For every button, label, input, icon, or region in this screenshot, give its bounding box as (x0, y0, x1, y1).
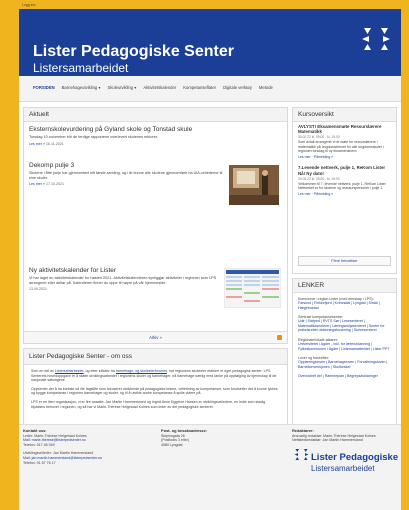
course-text: Velkommen til 7. levende nettverk, pulje… (298, 181, 386, 190)
listersamarbeidet-link[interactable]: Listersamarbeidet (55, 369, 84, 373)
read-more-link[interactable]: Les mer » (29, 182, 45, 186)
course-item: 7.Levende nettverk, pulje 1, ReKom Liste… (293, 163, 396, 200)
news-heading: Aktuelt (24, 108, 287, 122)
news-photo-presentation[interactable] (229, 165, 279, 205)
news-item: Ny aktivitetskalender for Lister Vi har … (29, 267, 227, 291)
site-subtitle: Listersamarbeidet (33, 61, 129, 75)
sidebar: Kursoversikt AVLYST! Eksamensmøte Ressur… (292, 107, 397, 450)
news-date: 13.09.2021 (29, 287, 47, 292)
site-title[interactable]: Lister Pedagogiske Senter (33, 43, 234, 61)
page: Lister Pedagogiske Senter Listersamarbei… (19, 9, 401, 510)
nav-item-skoleutvikling[interactable]: Skoleutvikling ▾ (108, 85, 137, 90)
course-date: 30.03.22 kl. 09:00 - kl. 15:00 (298, 176, 340, 181)
nav-item-kompetanseflater[interactable]: Kompetanseflater (183, 85, 216, 90)
news-text: Skolene i åtte pulje har gjennomført sit… (29, 171, 223, 180)
footer-contact: Kontakt oss: Leder: Marie-Thérèse Helges… (23, 428, 153, 465)
nav-item-digitale-verktoy[interactable]: Digitale verktøy (223, 85, 252, 90)
footer-logo-title: Lister Pedagogiske Senter (311, 452, 401, 463)
nav-item-barnehageutvikling[interactable]: Barnehageutvikling ▾ (62, 85, 101, 90)
footer-address: Post- og besøksadresse: Skipinngata 26 (… (161, 428, 281, 447)
news-archive-bar: Arkiv » (24, 331, 287, 343)
main-nav: FORSIDEN Barnehageutvikling ▾ Skoleutvik… (19, 76, 401, 102)
news-title[interactable]: Dekomp pulje 3 (29, 162, 227, 169)
news-text: Torsdag 10.november blir de ferdige rapp… (29, 135, 158, 139)
site-header: Lister Pedagogiske Senter Listersamarbei… (19, 9, 401, 76)
news-title[interactable]: Eksternskolevurdering på Gyland skole og… (29, 126, 282, 133)
main-column: Aktuelt Eksternskolevurdering på Gyland … (23, 107, 288, 452)
news-date: 17.10.2021 (45, 182, 64, 187)
link-group-links[interactable]: Opplæringsloven | Barnehageloven | Forva… (298, 360, 391, 369)
news-title[interactable]: Ny aktivitetskalender for Lister (29, 267, 227, 274)
about-heading: Lister Pedagogiske Senter - om oss (24, 349, 287, 365)
archive-link[interactable]: Arkiv » (149, 335, 162, 340)
eierforum-link[interactable]: barnehage- og skoleeierforumet (116, 369, 167, 373)
course-link[interactable]: Les mer · Påmelding » (298, 155, 391, 159)
link-group: Overordnet del | Rammeplan | Begrepsavkl… (298, 374, 391, 379)
course-overview: Kursoversikt AVLYST! Eksamensmøte Ressur… (292, 107, 397, 274)
link-group-links[interactable]: Farsund | Flekkefjord | Kvinesdal | Lyng… (298, 301, 391, 310)
course-title[interactable]: 7.Levende nettverk, pulje 1, ReKom Liste… (298, 165, 391, 175)
link-group: Regionale/lokale aktører: Universitetet … (298, 338, 391, 351)
about-paragraph: LPS er en liten organisasjon, vi er fire… (31, 399, 266, 409)
nav-item-metode[interactable]: Metode (259, 85, 273, 90)
link-group-links[interactable]: Universitetet i Agder - inkl. for læreru… (298, 342, 391, 351)
course-title[interactable]: AVLYST! Eksamensmøte Ressurslærere Matem… (298, 124, 391, 134)
course-item: AVLYST! Eksamensmøte Ressurslærere Matem… (293, 122, 396, 163)
course-text: Som avtalt arrangerer vi et møte for res… (298, 140, 384, 153)
calendar-screenshot-image[interactable] (224, 268, 281, 308)
links-heading: LENKER (293, 279, 396, 293)
rss-icon[interactable] (277, 335, 282, 340)
link-group: Kommuner i region Lister (med eierskap i… (298, 297, 391, 310)
more-events-button[interactable]: Flere hendelser (298, 256, 391, 266)
footer-logo-subtitle: Listersamarbeidet (311, 464, 375, 473)
news-item: Dekomp pulje 3 Skolene i åtte pulje har … (29, 162, 227, 186)
about-paragraph: Som en del av Listersamarbeidet, og ette… (31, 369, 277, 383)
news-section: Aktuelt Eksternskolevurdering på Gyland … (23, 107, 288, 344)
about-paragraph: Oppsenter det å ha kontakt så lite fagst… (31, 386, 278, 396)
link-group: Sentrale kompetansesentre: Udir | Statpe… (298, 315, 391, 333)
footer-editors: Redaktører: Ansvarlig redaktør: Marie-Th… (292, 428, 400, 443)
nav-item-forsiden[interactable]: FORSIDEN (33, 85, 55, 90)
news-date: 16.11.2021 (45, 141, 64, 146)
read-more-link[interactable]: Les mer » (29, 142, 45, 146)
courses-heading: Kursoversikt (293, 108, 396, 122)
course-date: 30.02.22 kl. 09:00 - kl. 15:00 (298, 135, 340, 140)
footer-logo-icon (294, 449, 309, 460)
nav-item-aktivitetskalender[interactable]: Aktivitetskalender (143, 85, 176, 90)
news-item: Eksternskolevurdering på Gyland skole og… (29, 126, 282, 146)
link-group: Lover og forskrifter: Opplæringsloven | … (298, 356, 391, 369)
login-link[interactable]: Logg inn (22, 3, 35, 7)
link-group-links[interactable]: Udir | Statped | RVTS Sør | Lesesenteret… (298, 319, 391, 333)
news-text: Vi har laget en aktivitetskalender for h… (29, 276, 217, 285)
brand-logo-icon[interactable] (361, 24, 391, 54)
link-group-links[interactable]: Overordnet del | Rammeplan | Begrepsavkl… (298, 374, 391, 379)
course-link[interactable]: Les mer · Påmelding » (298, 192, 391, 196)
